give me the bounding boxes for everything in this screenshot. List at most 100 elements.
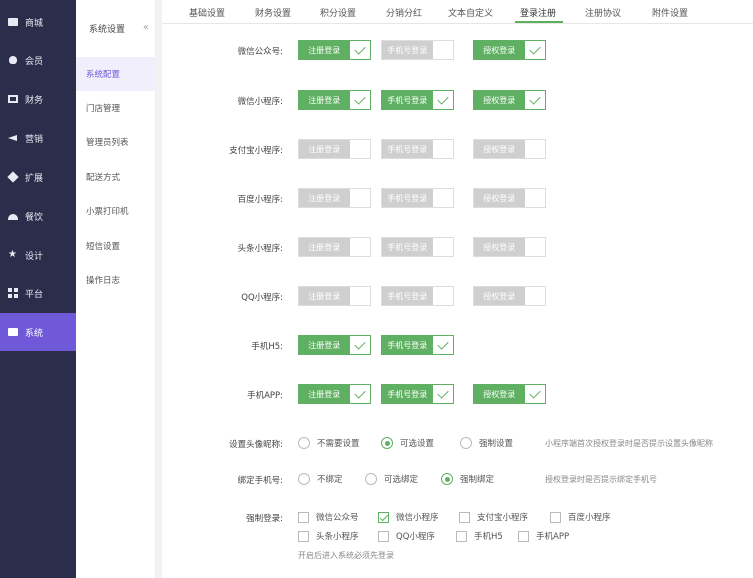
check-icon [350,287,370,305]
check-icon [433,385,453,403]
radio-icon [441,473,453,485]
collapse-icon[interactable]: « [143,22,149,33]
radio-label: 强制设置 [479,439,514,449]
toggle-label: 授权登录 [474,385,525,403]
force-login-checkbox[interactable]: 百度小程序 [550,511,611,523]
bind_phone-option[interactable]: 可选绑定 [365,473,418,485]
login-toggle[interactable]: 注册登录 [298,40,371,60]
toggle-label: 手机号登录 [382,140,433,158]
toggle-label: 手机号登录 [382,336,433,354]
tab-8[interactable]: 附件设置 [652,6,688,19]
avatar_setting-option[interactable]: 可选设置 [381,437,434,449]
checkbox-label: 手机H5 [474,532,503,542]
force-login-checkbox[interactable]: 支付宝小程序 [459,511,528,523]
nav-item-label: 扩展 [25,173,44,184]
force-login-checkbox[interactable]: 微信小程序 [378,511,439,523]
toggle-label: 手机号登录 [382,287,433,305]
subnav-item-3[interactable]: 管理员列表 [76,125,156,159]
login-toggle[interactable]: 授权登录 [473,90,546,110]
force-login-checkbox[interactable]: 手机APP [518,530,569,542]
login-toggle[interactable]: 授权登录 [473,237,546,257]
subnav-item-7[interactable]: 操作日志 [76,263,156,297]
nav-item-label: 系统 [25,328,44,339]
login-toggle[interactable]: 授权登录 [473,40,546,60]
login-toggle[interactable]: 手机号登录 [381,139,454,159]
row-label: 百度小程序: [237,195,283,205]
login-toggle[interactable]: 授权登录 [473,286,546,306]
toggle-label: 注册登录 [299,238,350,256]
avatar_setting-option[interactable]: 强制设置 [460,437,513,449]
toggle-label: 注册登录 [299,189,350,207]
login-toggle[interactable]: 手机号登录 [381,384,454,404]
force-login-checkbox[interactable]: QQ小程序 [378,530,435,542]
tab-3[interactable]: 积分设置 [320,6,356,19]
login-toggle[interactable]: 手机号登录 [381,335,454,355]
toggle-label: 授权登录 [474,189,525,207]
login-toggle[interactable]: 授权登录 [473,384,546,404]
store-icon [8,17,18,27]
subnav-item-2[interactable]: 门店管理 [76,91,156,125]
radio-icon [298,437,310,449]
nav-item-9[interactable]: 系统 [0,313,76,351]
nav-item-4[interactable]: 营销 [0,120,76,156]
login-toggle[interactable]: 注册登录 [298,335,371,355]
nav-item-label: 餐饮 [25,212,44,223]
login-toggle[interactable]: 注册登录 [298,286,371,306]
nav-item-8[interactable]: 平台 [0,275,76,311]
subnav-item-4[interactable]: 配送方式 [76,160,156,194]
login-toggle[interactable]: 注册登录 [298,237,371,257]
secondary-sidebar: 系统设置 « 系统配置 门店管理 管理员列表 配送方式 小票打印机 短信设置 操作日志 [76,0,156,578]
toggle-label: 注册登录 [299,140,350,158]
nav-item-2[interactable]: 会员 [0,42,76,78]
nav-item-3[interactable]: 财务 [0,81,76,117]
tab-4[interactable]: 分销分红 [386,6,422,19]
nav-item-7[interactable]: ★ 设计 [0,237,76,273]
login-toggle[interactable]: 注册登录 [298,384,371,404]
force-login-checkbox[interactable]: 手机H5 [456,530,503,542]
login-toggle[interactable]: 授权登录 [473,139,546,159]
check-icon [525,91,545,109]
bind_phone-option[interactable]: 强制绑定 [441,473,494,485]
check-icon [525,238,545,256]
login-toggle[interactable]: 注册登录 [298,139,371,159]
tab-1[interactable]: 基础设置 [189,6,225,19]
toggle-label: 注册登录 [299,91,350,109]
login-toggle[interactable]: 手机号登录 [381,286,454,306]
login-toggle[interactable]: 注册登录 [298,188,371,208]
bind_phone-option[interactable]: 不绑定 [298,473,343,485]
login-toggle[interactable]: 注册登录 [298,90,371,110]
nav-item-5[interactable]: 扩展 [0,159,76,195]
tab-6[interactable]: 登录注册 [520,6,556,19]
tab-5[interactable]: 文本自定义 [448,6,493,19]
login-toggle[interactable]: 手机号登录 [381,188,454,208]
checkbox-label: 微信公众号 [316,513,359,523]
subnav-item-5[interactable]: 小票打印机 [76,194,156,228]
toggle-label: 手机号登录 [382,91,433,109]
radio-label: 不绑定 [317,475,343,485]
checkbox-icon [378,511,389,523]
avatar_setting-option[interactable]: 不需要设置 [298,437,360,449]
force-login-note: 开启后进入系统必须先登录 [298,551,394,560]
row-label: 手机H5: [251,342,283,352]
force-login-checkbox[interactable]: 头条小程序 [298,530,359,542]
toggle-label: 手机号登录 [382,41,433,59]
check-icon [433,140,453,158]
tab-2[interactable]: 财务设置 [255,6,291,19]
grid-icon [8,288,18,298]
nav-item-label: 平台 [25,289,44,300]
subnav-item-6[interactable]: 短信设置 [76,229,156,263]
checkbox-label: 头条小程序 [316,532,359,542]
tab-7[interactable]: 注册协议 [585,6,621,19]
login-toggle[interactable]: 手机号登录 [381,40,454,60]
login-toggle[interactable]: 手机号登录 [381,237,454,257]
bind_phone-label: 绑定手机号: [237,476,283,486]
force-login-checkbox[interactable]: 微信公众号 [298,511,359,523]
login-toggle[interactable]: 授权登录 [473,188,546,208]
nav-item-label: 设计 [25,251,44,262]
nav-item-1[interactable]: 商城 [0,4,76,40]
subnav-item-1[interactable]: 系统配置 [76,57,156,91]
toggle-label: 手机号登录 [382,189,433,207]
checkbox-icon [518,530,529,542]
nav-item-6[interactable]: 餐饮 [0,198,76,234]
login-toggle[interactable]: 手机号登录 [381,90,454,110]
